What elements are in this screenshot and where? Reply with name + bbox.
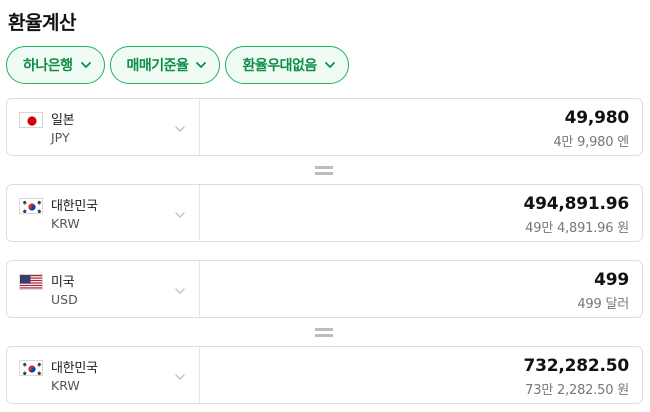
currency-code: KRW	[51, 216, 80, 231]
bank-select-button[interactable]: 하나은행	[6, 46, 105, 84]
preferential-rate-select-button[interactable]: 환율우대없음	[225, 46, 349, 84]
japan-flag-icon	[19, 112, 43, 128]
currency-code: USD	[51, 292, 78, 307]
rate-type-select-button[interactable]: 매매기준율	[109, 46, 221, 84]
chevron-down-icon	[173, 121, 187, 135]
currency-name: 미국	[51, 275, 75, 290]
chevron-down-icon	[173, 283, 187, 297]
amount-value: 499	[594, 270, 629, 290]
amount-input[interactable]: 494,891.96 49만 4,891.96 원	[200, 185, 642, 241]
korea-flag-icon	[19, 198, 43, 214]
chevron-down-icon	[173, 207, 187, 221]
amount-value: 732,282.50	[523, 356, 629, 376]
currency-select[interactable]: 대한민국 KRW	[7, 347, 200, 403]
equals-icon	[315, 166, 333, 175]
preferential-rate-label: 환율우대없음	[242, 58, 317, 74]
currency-row-krw: 대한민국 KRW 494,891.96 49만 4,891.96 원	[6, 184, 643, 242]
amount-in-words: 499 달러	[577, 297, 629, 312]
currency-select[interactable]: 대한민국 KRW	[7, 185, 200, 241]
amount-in-words: 73만 2,282.50 원	[525, 383, 629, 398]
amount-input[interactable]: 499 499 달러	[200, 261, 642, 317]
usa-flag-icon	[19, 274, 43, 290]
chevron-down-icon	[324, 59, 336, 71]
korea-flag-icon	[19, 360, 43, 376]
currency-code: KRW	[51, 378, 80, 393]
amount-in-words: 4만 9,980 엔	[553, 135, 629, 150]
chevron-down-icon	[173, 369, 187, 383]
currency-select[interactable]: 일본 JPY	[7, 99, 200, 155]
amount-in-words: 49만 4,891.96 원	[525, 221, 629, 236]
currency-select[interactable]: 미국 USD	[7, 261, 200, 317]
equals-icon	[315, 328, 333, 337]
currency-row-jpy: 일본 JPY 49,980 4만 9,980 엔	[6, 98, 643, 156]
filter-bar: 하나은행 매매기준율 환율우대없음	[6, 46, 349, 84]
amount-input[interactable]: 49,980 4만 9,980 엔	[200, 99, 642, 155]
page-title: 환율계산	[8, 12, 76, 34]
amount-value: 49,980	[564, 108, 630, 128]
currency-name: 대한민국	[51, 361, 98, 376]
bank-select-label: 하나은행	[23, 58, 73, 74]
currency-code: JPY	[51, 130, 70, 145]
currency-name: 일본	[51, 113, 75, 128]
amount-input[interactable]: 732,282.50 73만 2,282.50 원	[200, 347, 642, 403]
currency-row-usd: 미국 USD 499 499 달러	[6, 260, 643, 318]
chevron-down-icon	[80, 59, 92, 71]
amount-value: 494,891.96	[523, 194, 629, 214]
rate-type-label: 매매기준율	[126, 58, 189, 74]
chevron-down-icon	[195, 59, 207, 71]
currency-row-krw: 대한민국 KRW 732,282.50 73만 2,282.50 원	[6, 346, 643, 404]
currency-name: 대한민국	[51, 199, 98, 214]
